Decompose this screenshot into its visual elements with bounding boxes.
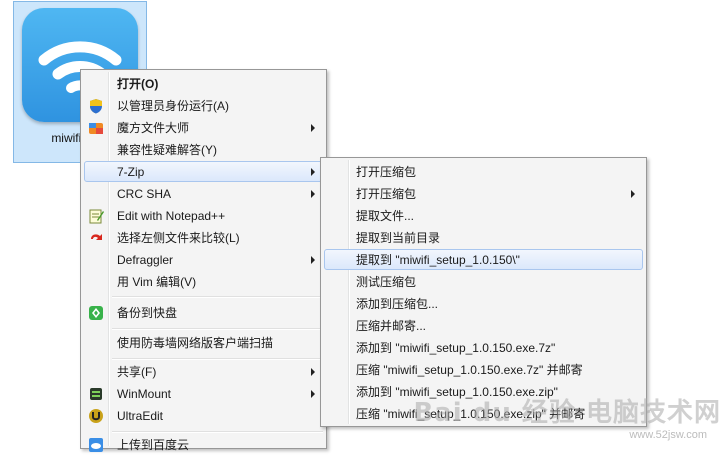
menu-item-ultraedit[interactable]: UltraEdit [84, 405, 323, 426]
menu-item-compatibility[interactable]: 兼容性疑难解答(Y) [84, 139, 323, 160]
menu-item-vim[interactable]: 用 Vim 编辑(V) [84, 271, 323, 292]
submenu-item-extract-files[interactable]: 提取文件... [324, 205, 643, 226]
submenu-arrow-icon [311, 256, 315, 264]
baidu-cloud-icon [88, 437, 104, 453]
winmount-icon [88, 386, 104, 402]
menu-item-compare[interactable]: 选择左侧文件来比较(L) [84, 227, 323, 248]
menu-item-baidu-cloud[interactable]: 上传到百度云 [84, 434, 323, 455]
menu-item-kuaipan[interactable]: 备份到快盘 [84, 302, 323, 323]
submenu-item-compress-and-email[interactable]: 压缩并邮寄... [324, 315, 643, 336]
menu-item-open[interactable]: 打开(O) [84, 73, 323, 94]
watermark-url: www.52jsw.com [629, 429, 707, 441]
menu-item-defraggler[interactable]: Defraggler [84, 249, 323, 270]
submenu-arrow-icon [311, 390, 315, 398]
menu-item-file-master[interactable]: 魔方文件大师 [84, 117, 323, 138]
submenu-arrow-icon [311, 124, 315, 132]
menu-item-antivirus-scan[interactable]: 使用防毒墙网络版客户端扫描 [84, 332, 323, 353]
context-menu: 打开(O) 以管理员身份运行(A) 魔方文件大师 兼容性疑难解答(Y) 7-Zi [80, 69, 327, 452]
menu-item-notepad[interactable]: Edit with Notepad++ [84, 205, 323, 226]
kuaipan-icon [88, 305, 104, 321]
menu-item-crc-sha[interactable]: CRC SHA [84, 183, 323, 204]
menu-item-share[interactable]: 共享(F) [84, 361, 323, 382]
file-master-icon [88, 120, 104, 136]
menu-item-run-as-admin[interactable]: 以管理员身份运行(A) [84, 95, 323, 116]
submenu-item-open-archive-more[interactable]: 打开压缩包 [324, 183, 643, 204]
submenu-item-open-archive[interactable]: 打开压缩包 [324, 161, 643, 182]
submenu-arrow-icon [311, 190, 315, 198]
menu-separator [112, 328, 323, 330]
submenu-item-compress-7z-email[interactable]: 压缩 "miwifi_setup_1.0.150.exe.7z" 并邮寄 [324, 359, 643, 380]
ultraedit-icon [88, 408, 104, 424]
submenu-item-add-to-7z[interactable]: 添加到 "miwifi_setup_1.0.150.exe.7z" [324, 337, 643, 358]
uac-shield-icon [88, 98, 104, 114]
compare-icon [88, 230, 104, 246]
7zip-submenu: 打开压缩包 打开压缩包 提取文件... 提取到当前目录 提取到 "miwifi_… [320, 157, 647, 427]
submenu-item-extract-here[interactable]: 提取到当前目录 [324, 227, 643, 248]
menu-item-7zip[interactable]: 7-Zip [84, 161, 323, 182]
submenu-item-test-archive[interactable]: 测试压缩包 [324, 271, 643, 292]
menu-separator [112, 358, 323, 360]
submenu-arrow-icon [311, 168, 315, 176]
submenu-item-extract-to-folder[interactable]: 提取到 "miwifi_setup_1.0.150\" [324, 249, 643, 270]
menu-separator [112, 296, 323, 298]
menu-item-winmount[interactable]: WinMount [84, 383, 323, 404]
notepad-icon [88, 208, 104, 224]
submenu-item-add-to-archive[interactable]: 添加到压缩包... [324, 293, 643, 314]
watermark-text: Bai du 经验 电脑技术网 [413, 398, 721, 428]
menu-separator [112, 431, 323, 433]
submenu-arrow-icon [311, 368, 315, 376]
submenu-arrow-icon [631, 190, 635, 198]
